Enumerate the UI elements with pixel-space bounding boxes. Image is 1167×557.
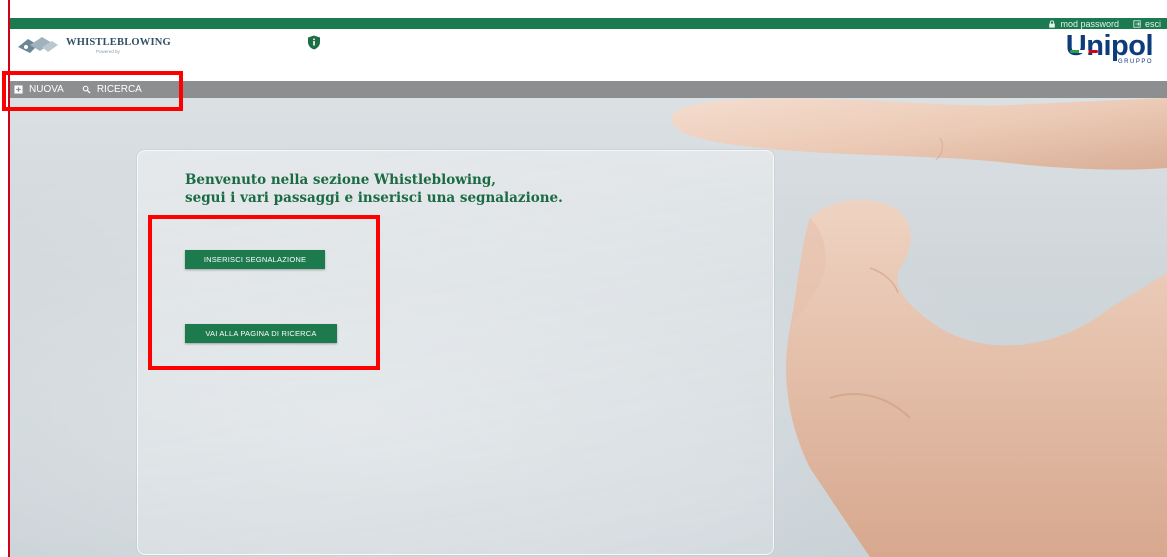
app-name: WHISTLEBLOWING	[66, 36, 171, 48]
shield-icon	[308, 35, 320, 50]
welcome-message: Benvenuto nella sezione Whistleblowing, …	[185, 171, 563, 207]
brand-name: Unipol	[1065, 30, 1154, 62]
welcome-line-2: segui i vari passaggi e inserisci una se…	[185, 190, 563, 206]
whistleblowing-logo[interactable]: WHISTLEBLOWING Powered by	[16, 35, 171, 55]
top-bar: mod password esci	[0, 0, 1167, 29]
search-icon	[82, 85, 91, 94]
nav-bar: NUOVA RICERCA	[10, 81, 1167, 98]
welcome-line-1: Benvenuto nella sezione Whistleblowing,	[185, 172, 496, 188]
nav-item-ricerca[interactable]: RICERCA	[82, 84, 142, 95]
whistle-logo-icon	[18, 37, 58, 53]
exit-icon	[1133, 19, 1141, 28]
insert-report-button[interactable]: INSERISCI SEGNALAZIONE	[185, 250, 325, 269]
brand-flag-stripe	[1069, 50, 1098, 53]
nav-item-nuova[interactable]: NUOVA	[14, 84, 64, 95]
header: WHISTLEBLOWING Powered by Unipol GRUPPO	[10, 29, 1167, 81]
esci-link[interactable]: esci	[1133, 19, 1161, 29]
unipol-logo[interactable]: Unipol GRUPPO	[1065, 30, 1154, 65]
hero-background: Benvenuto nella sezione Whistleblowing, …	[10, 98, 1167, 557]
plus-square-icon	[14, 85, 23, 94]
mod-password-label: mod password	[1060, 18, 1119, 29]
go-to-search-button[interactable]: VAI ALLA PAGINA DI RICERCA	[185, 324, 337, 343]
app-powered-by: Powered by	[96, 48, 120, 54]
left-edge-line	[8, 0, 10, 557]
mod-password-link[interactable]: mod password	[1048, 19, 1119, 29]
lock-icon	[1049, 19, 1056, 28]
nav-item-nuova-label: NUOVA	[29, 84, 64, 95]
welcome-glass-panel	[137, 150, 774, 555]
nav-item-ricerca-label: RICERCA	[96, 84, 142, 95]
top-utility-bar: mod password esci	[10, 18, 1167, 29]
esci-label: esci	[1144, 18, 1161, 29]
